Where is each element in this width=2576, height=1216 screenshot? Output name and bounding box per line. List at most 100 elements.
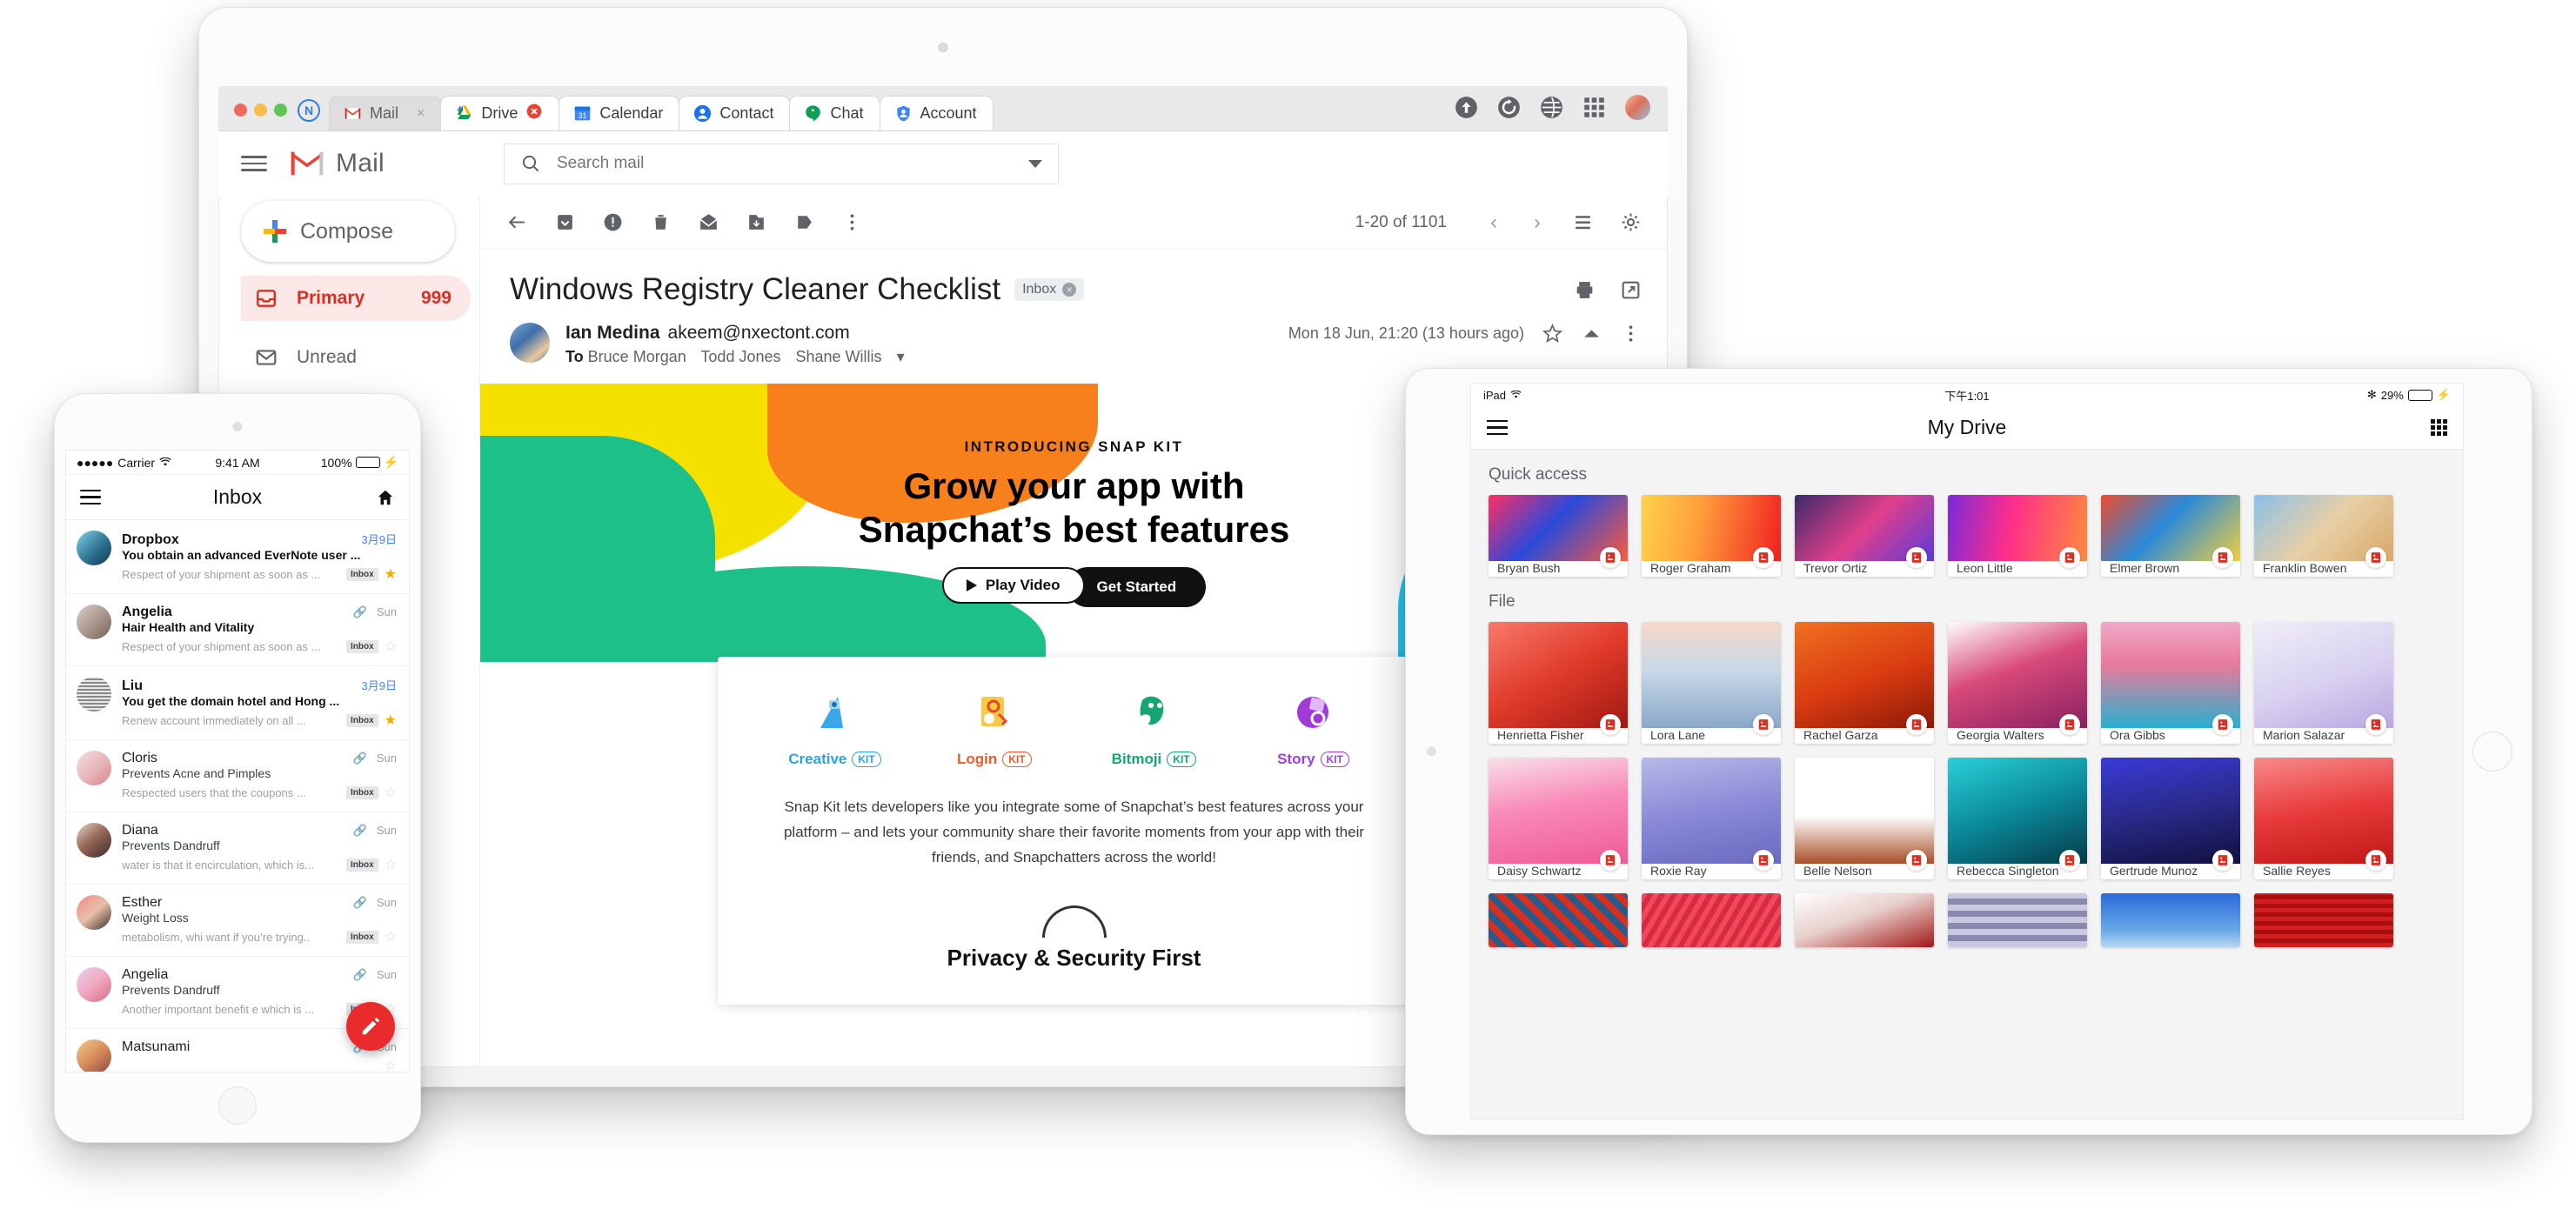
star-icon[interactable] (1542, 323, 1563, 344)
profile-avatar[interactable] (1625, 95, 1650, 120)
report-spam-icon[interactable] (602, 211, 624, 233)
upload-icon[interactable] (1455, 96, 1478, 119)
file-card[interactable]: Sallie Reyes (2254, 758, 2393, 879)
kit-bitmoji[interactable]: Bitmoji KIT (1080, 686, 1228, 768)
tab-chat[interactable]: ❞ Chat (789, 96, 880, 130)
list-item[interactable]: Cloris 🔗 Sun Prevents Acne and Pimples Respe… (66, 740, 409, 812)
list-item[interactable]: Dropbox 3月9日 You obtain an advanced EverNo… (66, 520, 409, 594)
quick-access-card[interactable]: Franklin Bowen (2254, 495, 2393, 577)
home-icon[interactable] (376, 488, 395, 507)
quick-access-card[interactable]: Leon Little (1948, 495, 2087, 577)
search-input[interactable]: Search mail (557, 154, 1013, 173)
grid-view-toggle-icon[interactable] (2431, 419, 2447, 436)
ipad-home-button[interactable] (2472, 732, 2512, 772)
close-window-button[interactable] (234, 104, 247, 117)
chevron-down-icon[interactable] (1028, 159, 1042, 168)
file-card[interactable] (1795, 893, 1934, 947)
maximize-window-button[interactable] (274, 104, 287, 117)
label-icon[interactable] (793, 211, 815, 233)
prev-page-button[interactable]: ‹ (1485, 210, 1502, 235)
phone-home-button[interactable] (218, 1086, 257, 1125)
sidebar-item-unread[interactable]: Unread (241, 335, 471, 380)
message-preview: metabolism, whi want if you’re trying.. (122, 930, 311, 944)
file-card[interactable] (1948, 893, 2087, 947)
tab-mail[interactable]: Mail × (329, 96, 442, 130)
menu-hamburger-icon[interactable] (241, 156, 267, 171)
archive-icon[interactable] (554, 211, 576, 233)
list-item[interactable]: Esther 🔗 Sun Weight Loss metabolism, whi wan… (66, 885, 409, 957)
carrier-name: Carrier (117, 455, 156, 470)
refresh-icon[interactable] (1497, 96, 1521, 119)
label-chip-inbox[interactable]: Inbox × (1014, 278, 1085, 301)
list-item[interactable]: Liu 3月9日 You get the domain hotel and Hong… (66, 666, 409, 740)
window-controls[interactable] (231, 104, 287, 130)
print-icon[interactable] (1574, 279, 1596, 301)
open-in-new-window-icon[interactable] (1620, 279, 1642, 301)
kit-creative[interactable]: Creative KIT (761, 686, 909, 768)
kit-login[interactable]: Login KIT (920, 686, 1068, 768)
reply-icon[interactable] (1581, 323, 1602, 344)
file-card[interactable]: Rachel Garza (1795, 622, 1934, 744)
file-card[interactable]: Georgia Walters (1948, 622, 2087, 744)
laptop-camera-icon (938, 43, 948, 52)
search-bar[interactable]: Search mail (504, 143, 1059, 184)
back-arrow-icon[interactable] (506, 211, 528, 233)
globe-icon[interactable] (1540, 96, 1563, 119)
move-to-folder-icon[interactable] (746, 211, 767, 233)
ipad-status-right: ✻ 29% ⚡ (2367, 388, 2451, 402)
file-card[interactable]: Ora Gibbs (2101, 622, 2240, 744)
star-icon[interactable]: ☆ (385, 784, 397, 801)
tab-contact[interactable]: Contact (679, 96, 791, 130)
star-icon[interactable]: ☆ (385, 928, 397, 945)
tab-drive[interactable]: Drive (440, 96, 560, 130)
gear-icon[interactable] (1620, 211, 1642, 233)
star-icon[interactable]: ★ (385, 565, 397, 583)
more-options-icon[interactable] (841, 211, 863, 233)
file-card[interactable]: Daisy Schwartz (1489, 758, 1628, 879)
compose-button[interactable]: Compose (241, 201, 455, 262)
next-page-button[interactable]: › (1529, 210, 1546, 235)
file-card[interactable]: Marion Salazar (2254, 622, 2393, 744)
delete-icon[interactable] (650, 211, 672, 233)
attachment-clip-icon: 🔗 (352, 968, 367, 981)
file-card[interactable]: Gertrude Munoz (2101, 758, 2240, 879)
file-card[interactable]: Roxie Ray (1642, 758, 1781, 879)
quick-access-card[interactable]: Elmer Brown (2101, 495, 2240, 577)
file-card[interactable] (1642, 893, 1781, 947)
recipients-expand-icon[interactable]: ▾ (897, 348, 905, 365)
sidebar-item-primary[interactable]: Primary 999 (241, 276, 471, 321)
chip-label: Inbox (1022, 282, 1057, 297)
file-card[interactable] (2101, 893, 2240, 947)
gmail-header: Mail Search mail (218, 131, 1668, 196)
kit-story[interactable]: Story KIT (1239, 686, 1387, 768)
star-icon[interactable]: ★ (385, 712, 397, 729)
file-card[interactable]: Belle Nelson (1795, 758, 1934, 879)
star-icon[interactable]: ☆ (385, 856, 397, 873)
apps-grid-icon[interactable] (1582, 96, 1606, 119)
file-card[interactable]: Rebecca Singleton (1948, 758, 2087, 879)
list-item[interactable]: Diana 🔗 Sun Prevents Dandruff water is that … (66, 812, 409, 885)
recipients-row[interactable]: To Bruce Morgan Todd Jones Shane Willis … (565, 348, 915, 366)
mark-unread-icon[interactable] (698, 211, 719, 233)
file-card[interactable] (2254, 893, 2393, 947)
play-video-button[interactable]: Play Video (941, 566, 1085, 604)
file-thumbnail (1948, 758, 2087, 864)
star-icon[interactable]: ☆ (385, 1057, 397, 1072)
more-options-icon[interactable] (1620, 323, 1642, 344)
tab-close-icon[interactable] (525, 103, 543, 124)
minimize-window-button[interactable] (254, 104, 267, 117)
density-list-icon[interactable] (1572, 211, 1594, 233)
list-item[interactable]: Angelia 🔗 Sun Hair Health and Vitality Respe… (66, 594, 409, 666)
menu-hamburger-icon[interactable] (80, 489, 101, 505)
gmail-brand-label: Mail (336, 149, 385, 177)
quick-access-card[interactable]: Trevor Ortiz (1795, 495, 1934, 577)
tab-close-icon[interactable]: × (417, 106, 425, 122)
star-icon[interactable]: ☆ (385, 638, 397, 655)
tab-account[interactable]: Account (879, 96, 994, 130)
tab-calendar[interactable]: 31 Calendar (559, 96, 680, 130)
get-started-button[interactable]: Get Started (1067, 566, 1207, 607)
chip-remove-icon[interactable]: × (1062, 283, 1077, 297)
image-file-badge-icon (2059, 714, 2080, 735)
compose-fab-button[interactable] (346, 1002, 395, 1051)
file-card[interactable] (1489, 893, 1628, 947)
